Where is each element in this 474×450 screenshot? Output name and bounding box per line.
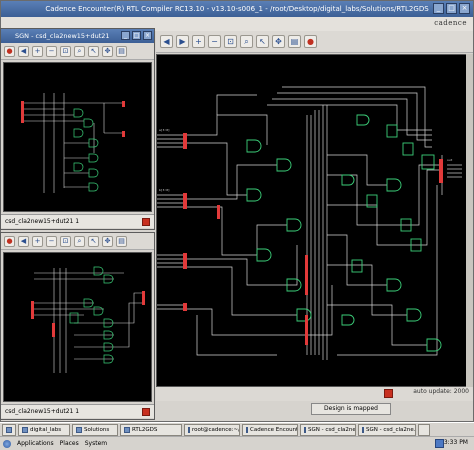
sgn-top-statusbar: csd_cla2new15+dut21 1 [1,214,154,228]
show-desktop-icon[interactable] [2,423,16,436]
sgn-window-bottom: ● ◀ + − ⊡ ⌕ ↖ ✥ ▤ csd_cla2new15+dut21 1 [0,232,155,420]
main-toolbar: ◀ ▶ + − ⊡ ⌕ ↖ ✥ ▤ ● [156,31,473,53]
auto-update-label: auto update: 2000 [413,388,469,395]
svg-text:a[3:0]: a[3:0] [159,128,170,132]
zoom-out-icon[interactable]: − [46,45,57,57]
main-window-title: Cadence Encounter(R) RTL Compiler RC13.1… [45,5,429,13]
minimize-icon[interactable]: _ [121,31,130,40]
sgn-top-titlebar[interactable]: SGN - csd_cla2new15+dut21 _ □ × [1,29,154,43]
pan-icon[interactable]: ✥ [102,235,113,247]
zoom-fit-icon[interactable]: ⊡ [60,235,71,247]
main-vertical-scrollbar[interactable] [466,54,473,387]
minimize-icon[interactable]: _ [433,3,444,14]
forward-icon[interactable]: ▶ [176,35,189,48]
stop-icon[interactable]: ● [304,35,317,48]
zoom-fit-icon[interactable]: ⊡ [224,35,237,48]
maximize-icon[interactable]: □ [132,31,141,40]
menu-applications[interactable]: Applications [17,440,54,447]
zoom-in-icon[interactable]: + [32,45,43,57]
stop-icon[interactable] [142,217,150,226]
schematic-canvas-main[interactable]: out a[3:0] b[3:0] [156,54,469,387]
taskbar-windows: digital_labs Solutions RTL2GDS root@cade… [0,422,474,436]
close-icon[interactable]: × [459,3,470,14]
svg-text:b[3:0]: b[3:0] [159,188,170,192]
taskbar-item-digital-labs[interactable]: digital_labs [18,423,70,436]
taskbar-item-solutions[interactable]: Solutions [72,423,118,436]
sgn-bottom-status: csd_cla2new15+dut21 1 [5,408,80,415]
schematic-drawing-top [21,93,125,193]
folder-icon [124,426,130,433]
taskbar-item-sgn-2[interactable]: SGN - csd_cla2ne... [358,423,416,436]
terminal-icon [188,426,190,433]
print-icon[interactable]: ▤ [116,45,127,57]
schematic-drawing-bottom [31,266,145,373]
select-icon[interactable]: ↖ [256,35,269,48]
cadence-logo: cadence [434,19,467,27]
taskbar-item-terminal[interactable]: root@cadence:~/... [184,423,240,436]
print-icon[interactable]: ▤ [116,235,127,247]
zoom-out-icon[interactable]: − [208,35,221,48]
folder-icon [76,426,82,433]
select-icon[interactable]: ↖ [88,45,99,57]
sgn-bottom-statusbar: csd_cla2new15+dut21 1 [1,404,154,418]
close-icon[interactable]: × [143,31,152,40]
sgn-top-title: SGN - csd_cla2new15+dut21 [15,32,110,40]
app-icon [362,426,364,433]
back-icon[interactable]: ◀ [18,235,29,247]
clock[interactable]: 3:33 PM [444,439,468,446]
taskbar-item-encounter[interactable]: Cadence Encount... [242,423,298,436]
zoom-area-icon[interactable]: ⌕ [240,35,253,48]
main-status-row: Design is mapped [156,403,473,417]
zoom-area-icon[interactable]: ⌕ [74,45,85,57]
sgn-top-status: csd_cla2new15+dut21 1 [5,218,80,225]
pan-icon[interactable]: ✥ [102,45,113,57]
menu-places[interactable]: Places [60,440,79,447]
taskbar-item-rtl2gds[interactable]: RTL2GDS [120,423,182,436]
main-window-titlebar[interactable]: Cadence Encounter(R) RTL Compiler RC13.1… [1,1,473,17]
workspace-switcher-icon[interactable] [418,423,430,436]
taskbar-item-sgn-1[interactable]: SGN - csd_cla2ne... [300,423,356,436]
network-icon[interactable] [435,439,444,448]
sgn-bottom-toolbar: ● ◀ + − ⊡ ⌕ ↖ ✥ ▤ [1,233,154,250]
applications-menu-icon[interactable] [3,439,11,448]
pan-icon[interactable]: ✥ [272,35,285,48]
main-statusbar: auto update: 2000 [156,387,473,401]
select-icon[interactable]: ↖ [88,235,99,247]
schematic-drawing-main: out a[3:0] b[3:0] [157,86,462,360]
stop-icon[interactable]: ● [4,45,15,57]
stop-icon[interactable] [142,407,150,416]
zoom-in-icon[interactable]: + [32,235,43,247]
back-icon[interactable]: ◀ [160,35,173,48]
folder-icon [22,426,28,433]
print-icon[interactable]: ▤ [288,35,301,48]
sgn-top-toolbar: ● ◀ + − ⊡ ⌕ ↖ ✥ ▤ [1,43,154,60]
maximize-icon[interactable]: □ [446,3,457,14]
design-status-field: Design is mapped [311,403,391,415]
stop-icon[interactable] [384,389,393,398]
zoom-fit-icon[interactable]: ⊡ [60,45,71,57]
back-icon[interactable]: ◀ [18,45,29,57]
app-icon [246,426,248,433]
schematic-canvas-bottom[interactable] [3,252,152,402]
sgn-window-top: SGN - csd_cla2new15+dut21 _ □ × ● ◀ + − … [0,28,155,230]
zoom-in-icon[interactable]: + [192,35,205,48]
zoom-area-icon[interactable]: ⌕ [74,235,85,247]
menu-system[interactable]: System [85,440,107,447]
zoom-out-icon[interactable]: − [46,235,57,247]
schematic-canvas-top[interactable] [3,62,152,212]
svg-text:out: out [447,158,453,162]
taskbar-panel: Applications Places System 3:33 PM [0,436,474,450]
app-icon [304,426,306,433]
stop-icon[interactable]: ● [4,235,15,247]
